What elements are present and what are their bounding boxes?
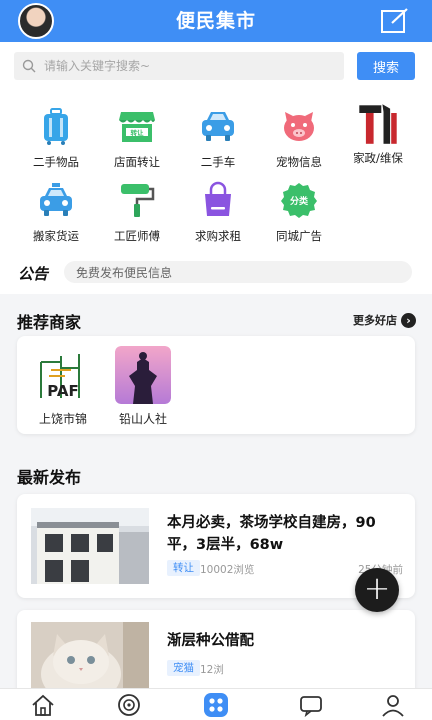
category-moving[interactable]: 搬家货运 [16, 180, 96, 244]
category-craftsman[interactable]: 工匠师傅 [97, 180, 177, 244]
post-views: 12浏 [200, 664, 224, 676]
merchant-name: 上饶市锦 [38, 412, 87, 426]
notice-text: 免费发布便民信息 [76, 266, 173, 280]
category-wanted[interactable]: 求购求租 [178, 180, 258, 244]
post-thumbnail [31, 622, 149, 698]
category-housekeeping[interactable]: 家政/维保 [338, 102, 418, 166]
category-secondhand-goods[interactable]: 二手物品 [16, 106, 96, 170]
search-input[interactable] [14, 52, 344, 80]
more-shops-label: 更多好店 [353, 314, 397, 327]
category-label: 店面转让 [114, 155, 160, 169]
category-shop-transfer[interactable]: 转让 店面转让 [97, 106, 177, 170]
post-card[interactable]: 渐层种公借配 宠猫 12浏 [17, 610, 415, 700]
category-label: 二手车 [200, 155, 236, 169]
app-header: 便民集市 [0, 0, 432, 42]
category-tab-icon[interactable] [203, 693, 229, 717]
post-tag: 宠猫 [167, 660, 200, 676]
post-title: 渐层种公借配 [167, 633, 254, 649]
latest-posts-title: 最新发布 [17, 468, 82, 487]
arrow-right-icon: › [401, 312, 416, 328]
category-label: 宠物信息 [276, 155, 322, 169]
taxi-icon [40, 183, 72, 216]
ad-badge-icon: 分类 [281, 183, 317, 218]
paint-roller-icon [121, 184, 155, 217]
add-post-button[interactable]: + [355, 568, 399, 612]
pig-icon [284, 112, 314, 141]
notice-bar: 公告 免费发布便民信息 [0, 248, 432, 294]
profile-icon[interactable] [380, 693, 406, 717]
category-label: 工匠师傅 [114, 229, 160, 243]
merchant-logo-text: PAF [47, 382, 78, 400]
recommended-merchants-title: 推荐商家 [17, 313, 82, 332]
bottom-tab-bar [0, 688, 432, 720]
category-label: 求购求租 [195, 229, 241, 243]
message-icon[interactable] [298, 693, 324, 717]
car-icon [202, 112, 234, 141]
category-local-ads[interactable]: 分类 同城广告 [259, 180, 339, 244]
svg-text:分类: 分类 [290, 195, 309, 207]
search-bar: 搜索 [0, 42, 432, 88]
category-label: 二手物品 [33, 155, 79, 169]
shopping-bag-icon [205, 181, 231, 216]
post-thumbnail [31, 508, 149, 584]
page-title: 便民集市 [175, 10, 256, 32]
category-pets[interactable]: 宠物信息 [259, 106, 339, 170]
category-label: 搬家货运 [33, 229, 79, 243]
category-label: 同城广告 [276, 229, 322, 243]
post-views: 10002浏览 [200, 564, 255, 576]
notice-marquee[interactable]: 免费发布便民信息 [64, 261, 412, 283]
category-used-car[interactable]: 二手车 [178, 106, 258, 170]
home-icon[interactable] [30, 693, 56, 717]
category-grid: 二手物品 转让 店面转让 二手车 宠物信息 家政/维保 搬家货运 工匠师傅 求购… [0, 88, 432, 248]
merchant-list: PAF 上饶市锦 铅山人社 [17, 336, 415, 434]
storefront-icon: 转让 [119, 112, 155, 142]
merchant-name: 铅山人社 [118, 412, 167, 426]
svg-text:转让: 转让 [131, 128, 145, 137]
post-tag: 转让 [167, 560, 200, 576]
tools-icon [359, 104, 397, 144]
post-title: 本月必卖，茶场学校自建房，90平，3层半，68w [167, 515, 376, 553]
merchant-logo: PAF [35, 346, 91, 404]
luggage-icon [44, 108, 68, 145]
merchant-item[interactable]: PAF 上饶市锦 [23, 346, 103, 427]
explore-icon[interactable] [116, 693, 142, 717]
category-label: 家政/维保 [353, 151, 403, 165]
notice-label: 公告 [18, 265, 49, 283]
search-button[interactable]: 搜索 [357, 52, 415, 80]
edit-icon[interactable] [380, 8, 410, 34]
merchant-logo [115, 346, 171, 404]
merchant-item[interactable]: 铅山人社 [103, 346, 183, 427]
more-shops-link[interactable]: 更多好店 › [353, 312, 416, 328]
search-icon [22, 59, 36, 73]
